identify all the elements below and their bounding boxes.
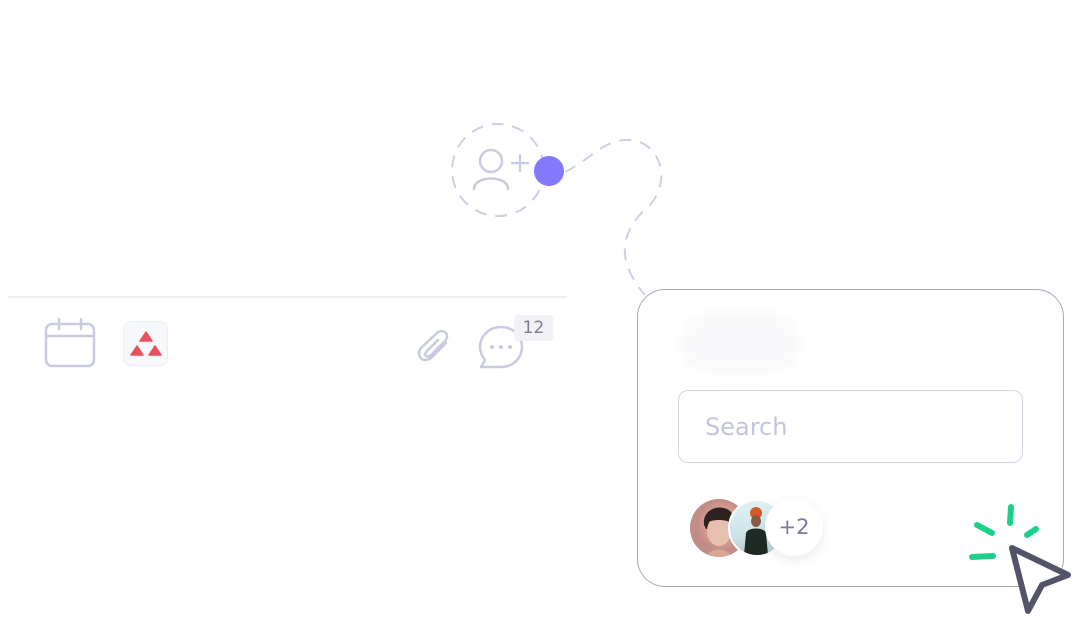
toolbar-divider <box>8 296 567 298</box>
app-logo-icon <box>130 331 162 356</box>
cursor-click <box>960 495 1073 617</box>
calendar-button[interactable] <box>44 318 96 368</box>
calendar-icon <box>44 318 96 368</box>
more-members-badge[interactable]: +2 <box>765 498 823 556</box>
attach-button[interactable] <box>416 329 454 367</box>
search-input[interactable] <box>678 390 1023 463</box>
app-logo-button[interactable] <box>123 321 168 366</box>
comment-count-badge: 12 <box>514 315 553 341</box>
connector-dot <box>534 156 564 186</box>
cursor-click-icon <box>969 504 1071 614</box>
paperclip-icon <box>417 329 449 362</box>
card-title-placeholder <box>680 312 800 374</box>
